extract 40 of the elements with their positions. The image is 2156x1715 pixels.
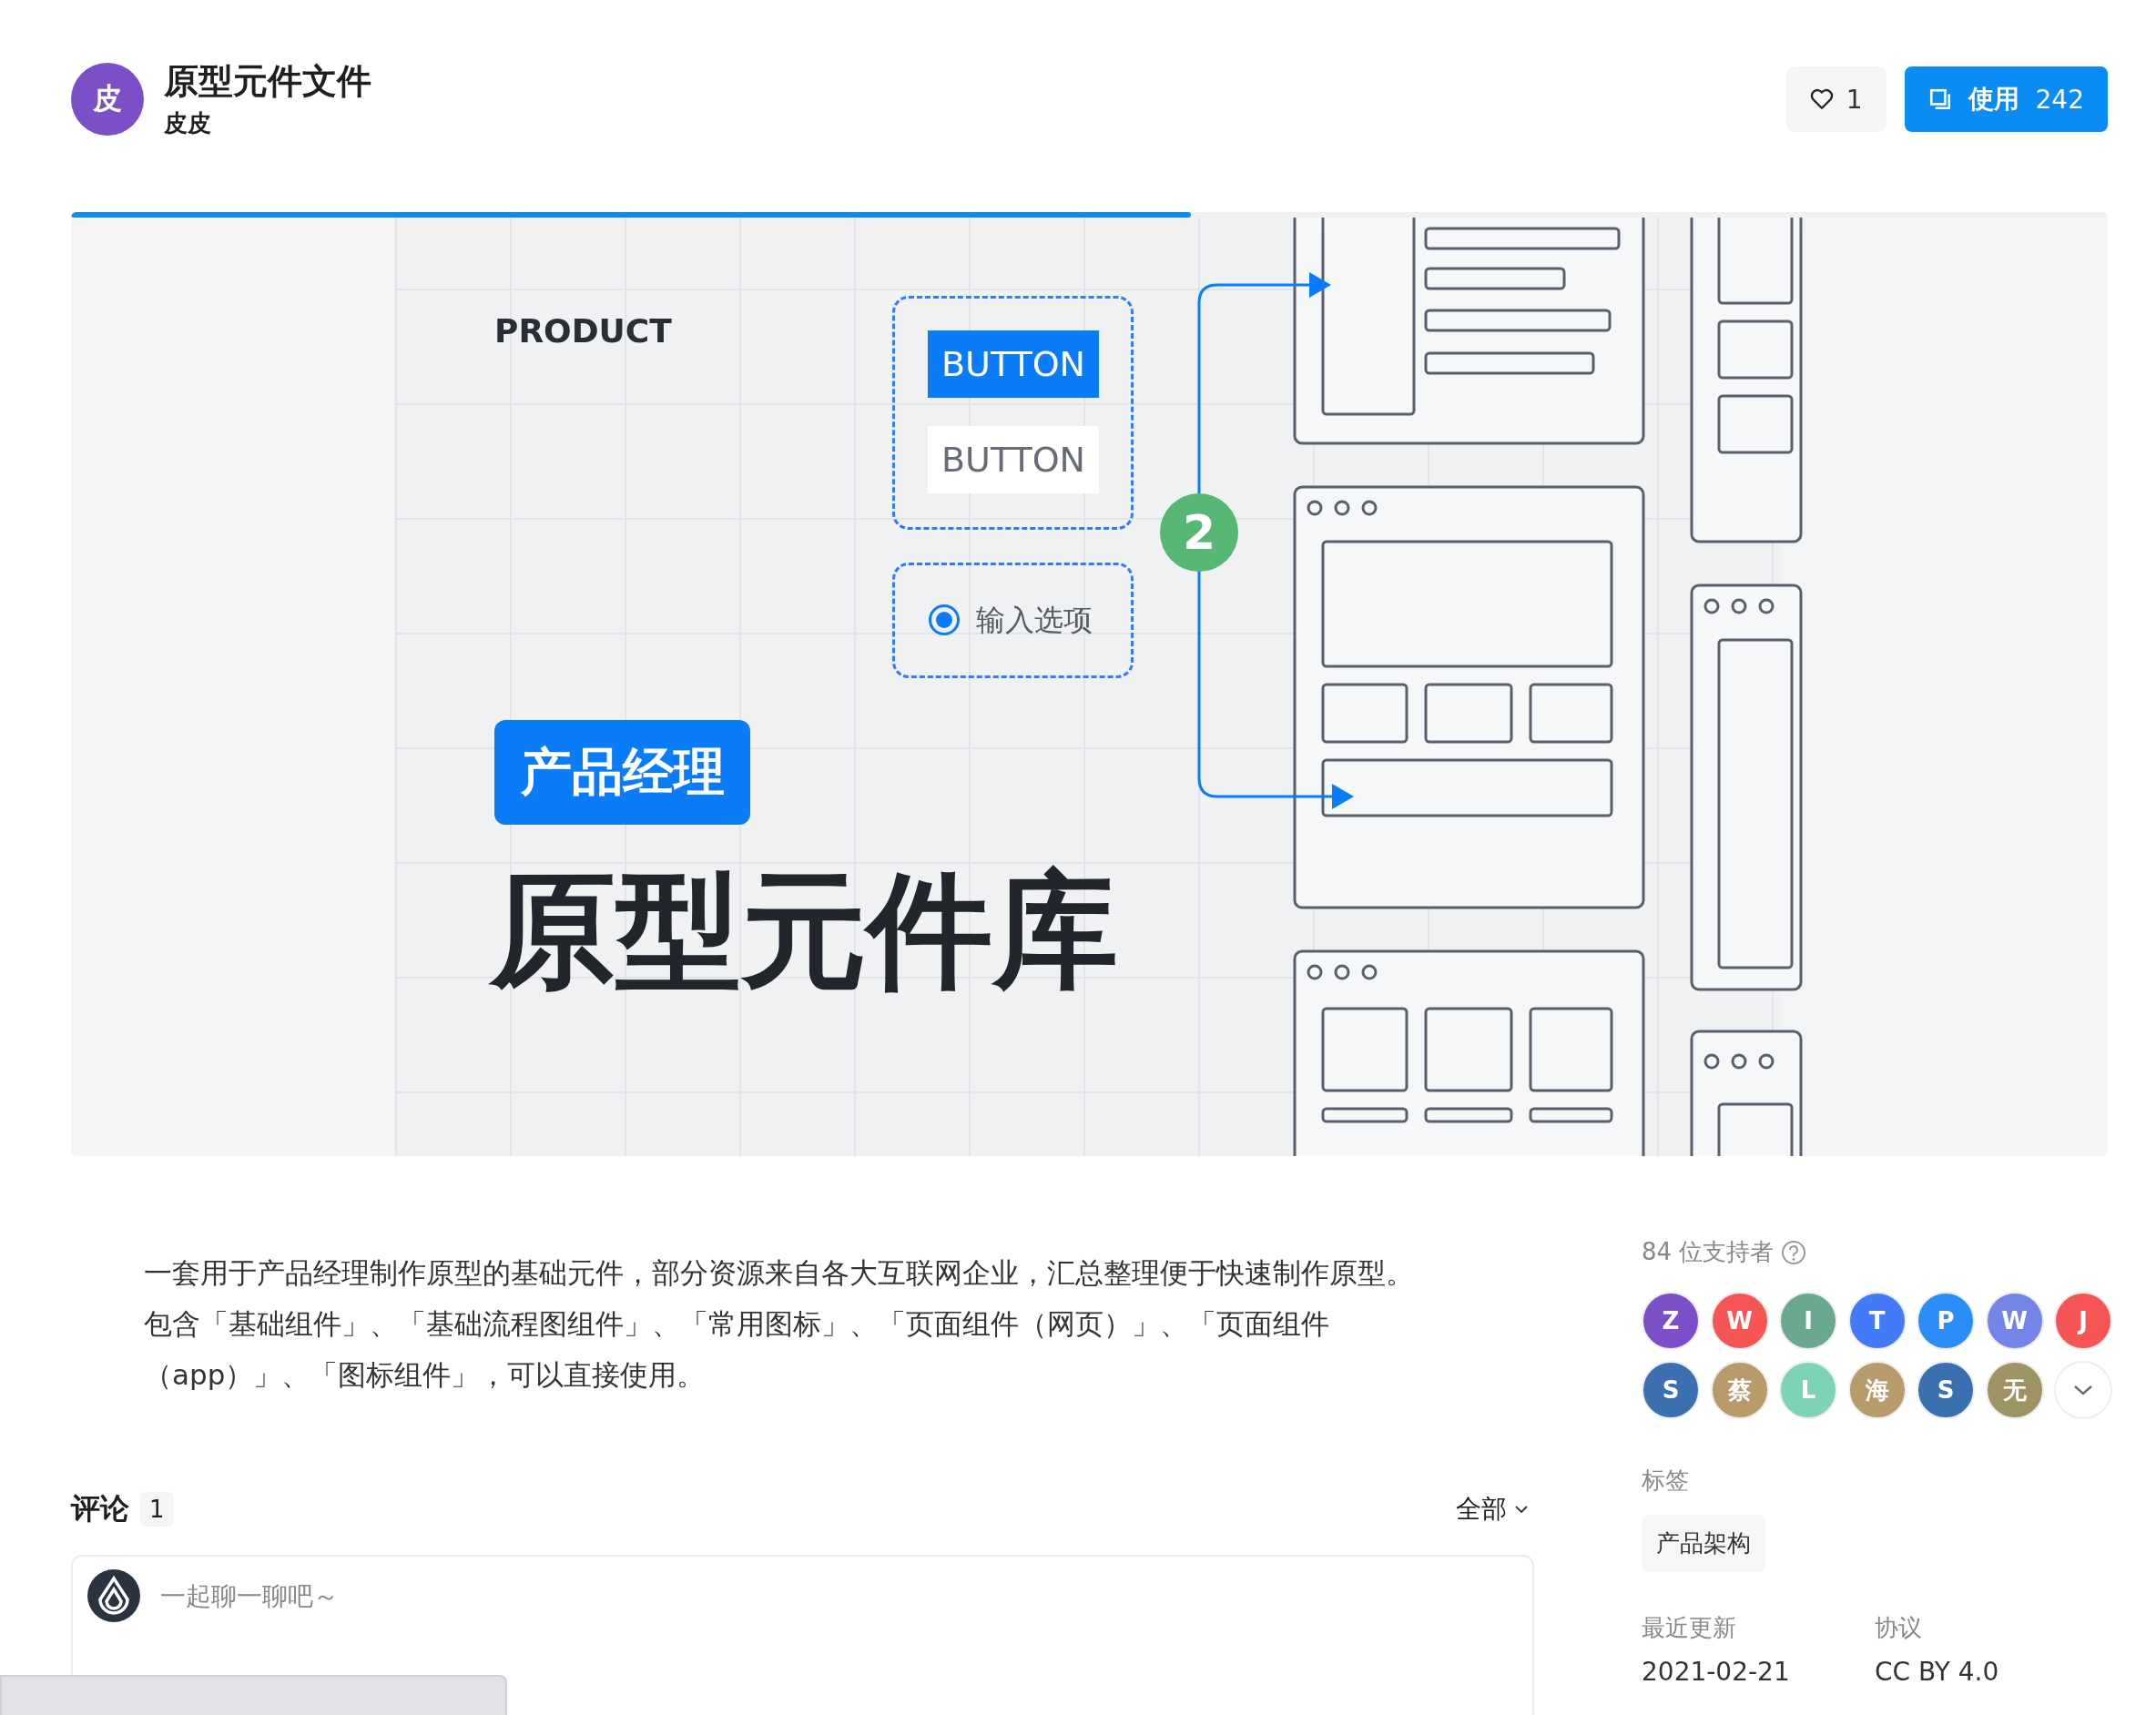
filter-dropdown[interactable]: 全部: [1450, 1491, 1534, 1527]
help-icon[interactable]: [1781, 1239, 1807, 1265]
tags-label: 标签: [1642, 1466, 1690, 1496]
eyebrow-text: PRODUCT: [494, 312, 672, 350]
use-button[interactable]: 使用 242: [1904, 66, 2108, 132]
chevron-down-icon: [1514, 1505, 1529, 1514]
comment-input[interactable]: 一起聊一聊吧～: [158, 1569, 1518, 1622]
supporter-avatar[interactable]: Z: [1642, 1292, 1700, 1350]
supporter-avatar[interactable]: T: [1847, 1292, 1907, 1350]
author-name[interactable]: 皮皮: [164, 107, 371, 139]
description: 一套用于产品经理制作原型的基础元件，部分资源来自各大互联网企业，汇总整理便于快速制作原型。 包含「基础组件」、「基础流程图组件」、「常用图标」、「页面组件（网页）」、「页面组件（app）」、「图标组件」，可以直接使用。: [143, 1255, 1415, 1393]
supporter-avatar[interactable]: S: [1642, 1361, 1700, 1419]
comments-title: 评论: [71, 1490, 129, 1527]
supporter-avatar[interactable]: W: [1985, 1292, 2044, 1350]
copy-icon: [1927, 87, 1952, 111]
file-title: 原型元件文件: [164, 59, 371, 102]
role-badge: 产品经理: [494, 720, 750, 825]
supporter-avatar[interactable]: 蔡: [1710, 1361, 1769, 1419]
supporter-avatar[interactable]: S: [1917, 1361, 1975, 1419]
supporter-avatar[interactable]: P: [1917, 1292, 1975, 1350]
like-button[interactable]: 1: [1785, 66, 1886, 132]
chevron-down-icon: [2072, 1384, 2094, 1396]
supporter-avatar[interactable]: 无: [1985, 1361, 2044, 1419]
cover-headline: 原型元件库: [490, 863, 1118, 1000]
supporter-avatar[interactable]: J: [2054, 1292, 2112, 1350]
user-avatar-icon: [87, 1569, 140, 1622]
heart-icon: [1809, 88, 1834, 110]
radio-label: 输入选项: [976, 602, 1093, 639]
tag-chip[interactable]: 产品架构: [1642, 1515, 1765, 1572]
supporter-avatar[interactable]: W: [1710, 1292, 1769, 1350]
supporters-label: 84 位支持者: [1642, 1237, 1775, 1267]
meta-value: CC BY 4.0: [1875, 1657, 2000, 1687]
supporter-avatar[interactable]: L: [1779, 1361, 1837, 1419]
comment-count: 1: [140, 1492, 174, 1527]
meta-label: 最近更新: [1642, 1613, 1737, 1643]
meta-label: 协议: [1875, 1613, 1923, 1643]
supporter-avatar[interactable]: I: [1779, 1292, 1837, 1350]
meta-value: 2021-02-21: [1642, 1657, 1791, 1687]
supporter-avatar[interactable]: 海: [1847, 1361, 1907, 1419]
author-avatar[interactable]: 皮: [71, 63, 144, 136]
